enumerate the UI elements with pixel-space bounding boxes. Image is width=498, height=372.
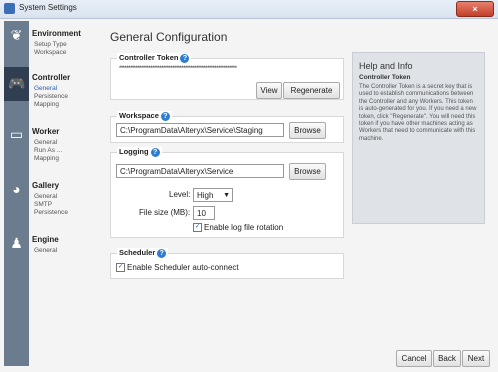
- nav-item-setup-type[interactable]: Setup Type: [34, 41, 67, 49]
- rotation-checkbox[interactable]: ✓: [193, 223, 202, 233]
- chevron-down-icon: ▼: [223, 192, 230, 199]
- nav-item-gallery-persistence[interactable]: Persistence: [34, 209, 68, 217]
- help-icon[interactable]: ?: [157, 248, 167, 258]
- scheduler-label: Scheduler: [119, 248, 156, 257]
- sidebar: ❦ 🎮 ▭ ◕ ♟ Environment Setup Type Workspa…: [4, 21, 102, 366]
- help-icon[interactable]: ?: [150, 147, 160, 157]
- nav-item-gallery-general[interactable]: General: [34, 193, 57, 201]
- title-bar: System Settings ×: [0, 0, 498, 19]
- view-button[interactable]: View: [256, 82, 282, 99]
- level-select[interactable]: High ▼: [193, 188, 233, 202]
- nav-item-engine-general[interactable]: General: [34, 247, 57, 255]
- back-button[interactable]: Back: [433, 350, 461, 367]
- window-title: System Settings: [19, 3, 77, 12]
- level-label: Level:: [169, 190, 191, 199]
- filesize-input[interactable]: 10: [193, 206, 215, 220]
- rotation-label: Enable log file rotation: [204, 223, 284, 232]
- help-icon[interactable]: ?: [160, 111, 170, 121]
- logging-label: Logging: [119, 147, 149, 156]
- palette-icon[interactable]: ◕: [8, 181, 25, 198]
- settings-window: System Settings × ❦ 🎮 ▭ ◕ ♟ Environment …: [0, 0, 498, 372]
- nav-section-controller[interactable]: Controller: [32, 73, 70, 82]
- main-content: General Configuration Controller Token? …: [106, 21, 344, 366]
- controller-token-label: Controller Token: [119, 53, 179, 62]
- workspace-label-wrap: Workspace?: [117, 111, 172, 121]
- workspace-browse-button[interactable]: Browse: [289, 122, 326, 139]
- nav-section-worker[interactable]: Worker: [32, 127, 59, 136]
- help-subtitle: Controller Token: [359, 74, 411, 81]
- help-title: Help and Info: [359, 61, 413, 71]
- sidebar-rail: ❦ 🎮 ▭ ◕ ♟: [4, 21, 29, 366]
- logging-path-input[interactable]: C:\ProgramData\Alteryx\Service: [116, 164, 284, 178]
- nav-section-gallery[interactable]: Gallery: [32, 181, 59, 190]
- logging-section: Logging? C:\ProgramData\Alteryx\Service …: [110, 147, 344, 238]
- nav-item-worker-run-as[interactable]: Run As ...: [34, 147, 62, 155]
- sprout-icon[interactable]: ❦: [8, 27, 25, 44]
- engine-icon[interactable]: ♟: [8, 235, 25, 252]
- logging-browse-button[interactable]: Browse: [289, 163, 326, 180]
- workspace-path-input[interactable]: C:\ProgramData\Alteryx\Service\Staging: [116, 123, 284, 137]
- gamepad-icon[interactable]: 🎮: [4, 67, 29, 101]
- filesize-label: File size (MB):: [139, 208, 191, 217]
- workspace-section: Workspace? C:\ProgramData\Alteryx\Servic…: [110, 111, 344, 143]
- scheduler-label-wrap: Scheduler?: [117, 248, 169, 258]
- controller-token-section: Controller Token? **********************…: [110, 53, 344, 100]
- nav-item-worker-general[interactable]: General: [34, 139, 57, 147]
- app-icon: [4, 3, 15, 14]
- nav-item-gallery-smtp[interactable]: SMTP: [34, 201, 52, 209]
- scheduler-autoconnect-checkbox[interactable]: ✓: [116, 263, 125, 273]
- logging-label-wrap: Logging?: [117, 147, 162, 157]
- help-body: The Controller Token is a secret key tha…: [359, 84, 477, 142]
- regenerate-button[interactable]: Regenerate: [283, 82, 340, 99]
- nav-item-controller-persistence[interactable]: Persistence: [34, 93, 68, 101]
- nav-section-environment[interactable]: Environment: [32, 29, 81, 38]
- nav-section-engine[interactable]: Engine: [32, 235, 59, 244]
- level-value: High: [197, 191, 214, 200]
- page-title: General Configuration: [110, 30, 228, 44]
- nav-item-controller-mapping[interactable]: Mapping: [34, 101, 59, 109]
- nav-item-workspace[interactable]: Workspace: [34, 49, 66, 57]
- help-icon[interactable]: ?: [180, 53, 190, 63]
- cancel-button[interactable]: Cancel: [396, 350, 432, 367]
- rotation-option: ✓ Enable log file rotation: [193, 223, 284, 233]
- scheduler-autoconnect-option: ✓ Enable Scheduler auto-connect: [116, 263, 239, 273]
- controller-token-label-wrap: Controller Token?: [117, 53, 192, 63]
- next-button[interactable]: Next: [462, 350, 490, 367]
- close-button[interactable]: ×: [456, 1, 494, 17]
- nav-item-worker-mapping[interactable]: Mapping: [34, 155, 59, 163]
- scheduler-section: Scheduler? ✓ Enable Scheduler auto-connec…: [110, 248, 344, 279]
- scheduler-autoconnect-label: Enable Scheduler auto-connect: [127, 263, 239, 272]
- help-panel: Help and Info Controller Token The Contr…: [352, 52, 485, 224]
- nav-item-controller-general[interactable]: General: [34, 85, 57, 93]
- controller-token-value: ****************************************…: [119, 66, 237, 72]
- monitor-icon[interactable]: ▭: [8, 126, 25, 143]
- workspace-label: Workspace: [119, 111, 159, 120]
